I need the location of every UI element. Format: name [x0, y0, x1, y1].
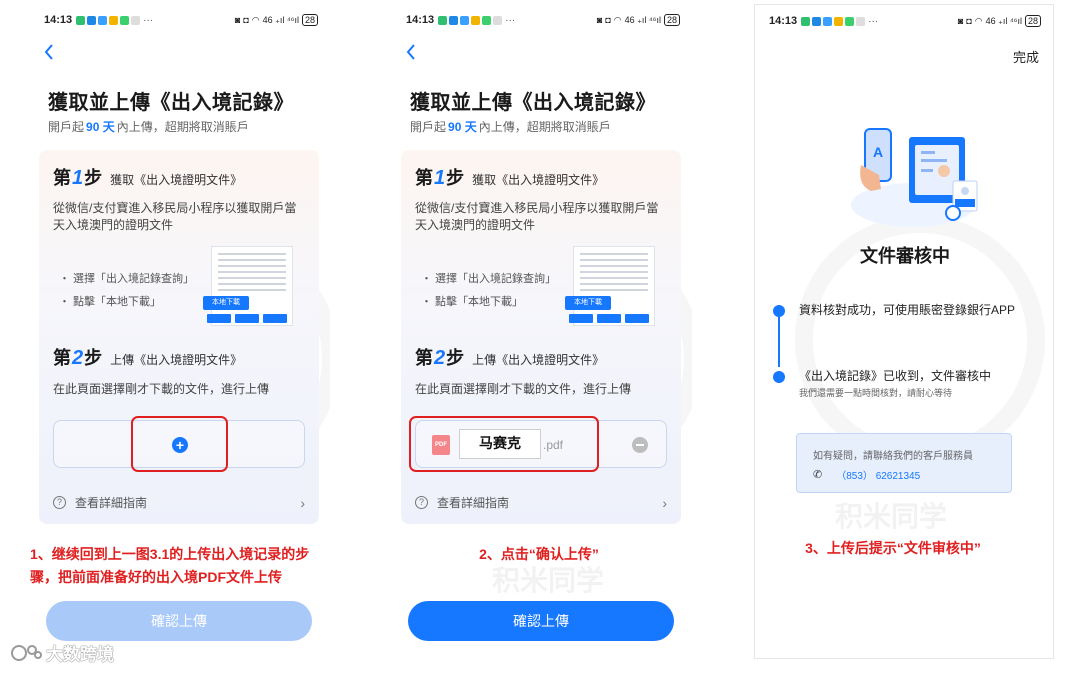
chevron-left-icon: [44, 44, 53, 60]
remove-file-button[interactable]: [632, 437, 648, 453]
status-more: ···: [505, 14, 516, 26]
vibrate-icon: ◘: [966, 16, 972, 26]
watermark: 积米同学: [835, 501, 948, 532]
status-indicators: ◙ ◘ ◠ 46 ₊ıl ⁴⁶ıl 28: [597, 14, 680, 26]
screen-upload-selected: 积米同学 14:13 ··· ◙ ◘ ◠ 46 ₊ıl ⁴⁶ıl 28 獲取並上…: [392, 4, 692, 659]
step-1-bullet-1: ・ 選擇「出入境記錄查詢」: [421, 273, 557, 285]
customer-service-card: 如有疑問，請聯絡我們的客戶服務員 ✆ （853） 62621345: [796, 433, 1012, 493]
nfc-icon: ◙: [596, 15, 603, 25]
timeline-connector: [778, 311, 780, 367]
nfc-icon: ◙: [234, 15, 241, 25]
document-review-illustration: A: [851, 128, 978, 227]
status-more: ···: [143, 14, 154, 26]
step-1-header: 第1步 獲取《出入境證明文件》: [415, 167, 605, 189]
question-icon: ?: [53, 496, 66, 509]
screen-upload-empty: 积米同学 14:13 ··· ◙ ◘ ◠ 46 ₊ıl ⁴⁶ıl 28 獲取並上…: [30, 4, 330, 659]
status-indicators: ◙ ◘ ◠ 46 ₊ıl ⁴⁶ıl 28: [958, 15, 1041, 27]
step-1-description: 從微信/支付寶進入移民局小程序以獲取開戶當天入境澳門的證明文件: [53, 201, 297, 232]
step-2-description: 在此頁面選擇剛才下載的文件，進行上傳: [53, 382, 270, 396]
clock-icon: [773, 371, 785, 383]
guide-label: 查看詳細指南: [75, 496, 148, 510]
back-button[interactable]: [42, 42, 56, 62]
wifi-icon: ◠: [251, 14, 260, 25]
page-subtitle: 開戶起 90 天內上傳，超期將取消賬戶: [48, 120, 249, 134]
status-bar: 14:13 ··· ◙ ◘ ◠ 46 ₊ıl ⁴⁶ıl 28: [44, 12, 318, 28]
step-1-label: 獲取《出入境證明文件》: [110, 173, 243, 187]
status-app-icons: [801, 16, 866, 26]
guide-label: 查看詳細指南: [437, 496, 510, 510]
signal-icon: 46 ₊ıl ⁴⁶ıl: [262, 14, 299, 25]
page-title: 獲取並上傳《出入境記錄》: [48, 92, 294, 114]
step-2-header: 第2步 上傳《出入境證明文件》: [53, 347, 243, 369]
wifi-icon: ◠: [974, 15, 983, 26]
svg-text:A: A: [873, 144, 883, 160]
contact-phone-link[interactable]: ✆ （853） 62621345: [813, 467, 920, 482]
battery-icon: 28: [663, 14, 680, 26]
chevron-right-icon: ›: [662, 494, 667, 511]
download-illustration: 本地下載: [203, 246, 299, 330]
brand-watermark: 大数跨境: [10, 640, 114, 665]
status-indicators: ◙ ◘ ◠ 46 ₊ıl ⁴⁶ıl 28: [235, 14, 318, 26]
check-circle-icon: [773, 305, 785, 317]
status-more: ···: [868, 15, 879, 27]
brand-logo-icon: [11, 644, 42, 661]
battery-icon: 28: [1024, 15, 1041, 27]
step-1-bullet-2: ・ 點擊「本地下載」: [59, 296, 162, 308]
chevron-right-icon: ›: [300, 494, 305, 511]
step-1-label: 獲取《出入境證明文件》: [472, 173, 605, 187]
annotation-note: 2、点击“确认上传”: [479, 546, 599, 562]
phone-icon: ✆: [813, 469, 823, 481]
brand-name: 大数跨境: [46, 645, 114, 664]
highlight-box: [409, 416, 599, 472]
page-subtitle: 開戶起 90 天內上傳，超期將取消賬戶: [410, 120, 611, 134]
review-status-title: 文件審核中: [860, 246, 950, 266]
status-bar: 14:13 ··· ◙ ◘ ◠ 46 ₊ıl ⁴⁶ıl 28: [406, 12, 680, 28]
step-1-header: 第1步 獲取《出入境證明文件》: [53, 167, 243, 189]
status-time: 14:13: [769, 15, 798, 27]
confirm-upload-button[interactable]: 確認上傳: [46, 601, 312, 641]
annotation-note: 1、继续回到上一图3.1的上传出入境记录的步骤，把前面准备好的出入境PDF文件上…: [30, 546, 310, 585]
timeline-item-reviewing: 《出入境記錄》已收到，文件審核中: [799, 369, 992, 383]
step-2-description: 在此頁面選擇剛才下載的文件，進行上傳: [415, 382, 632, 396]
status-time: 14:13: [44, 14, 73, 26]
nfc-icon: ◙: [957, 16, 964, 26]
download-illustration: 本地下載: [565, 246, 661, 330]
timeline-item-verified: 資料核對成功，可使用賬密登錄銀行APP: [799, 303, 1016, 317]
step-2-label: 上傳《出入境證明文件》: [110, 353, 243, 367]
vibrate-icon: ◘: [243, 15, 249, 25]
highlight-box: [131, 416, 228, 472]
signal-icon: 46 ₊ıl ⁴⁶ıl: [985, 15, 1022, 26]
page-title: 獲取並上傳《出入境記錄》: [410, 92, 656, 114]
step-1-bullet-2: ・ 點擊「本地下載」: [421, 296, 524, 308]
status-app-icons: [76, 15, 141, 25]
step-1-description: 從微信/支付寶進入移民局小程序以獲取開戶當天入境澳門的證明文件: [415, 201, 659, 232]
view-guide-link[interactable]: ? 查看詳細指南 ›: [53, 494, 305, 511]
step-2-label: 上傳《出入境證明文件》: [472, 353, 605, 367]
done-button[interactable]: 完成: [1013, 47, 1039, 66]
chevron-left-icon: [406, 44, 415, 60]
signal-icon: 46 ₊ıl ⁴⁶ıl: [624, 14, 661, 25]
battery-icon: 28: [301, 14, 318, 26]
status-time: 14:13: [406, 14, 435, 26]
status-app-icons: [438, 15, 503, 25]
contact-label: 如有疑問，請聯絡我們的客戶服務員: [813, 451, 973, 462]
back-button[interactable]: [404, 42, 418, 62]
confirm-upload-button[interactable]: 確認上傳: [408, 601, 674, 641]
question-icon: ?: [415, 496, 428, 509]
step-2-header: 第2步 上傳《出入境證明文件》: [415, 347, 605, 369]
screen-review-pending: 积米同学 14:13 ··· ◙ ◘ ◠ 46 ₊ıl ⁴⁶ıl 28 完成 A…: [754, 4, 1054, 659]
step-1-bullet-1: ・ 選擇「出入境記錄查詢」: [59, 273, 195, 285]
timeline-item-reviewing-note: 我們還需要一點時間核對，請耐心等待: [799, 388, 953, 398]
annotation-note: 3、上传后提示“文件审核中”: [805, 540, 981, 556]
view-guide-link[interactable]: ? 查看詳細指南 ›: [415, 494, 667, 511]
vibrate-icon: ◘: [605, 15, 611, 25]
wifi-icon: ◠: [613, 14, 622, 25]
status-bar: 14:13 ··· ◙ ◘ ◠ 46 ₊ıl ⁴⁶ıl 28: [769, 13, 1041, 29]
